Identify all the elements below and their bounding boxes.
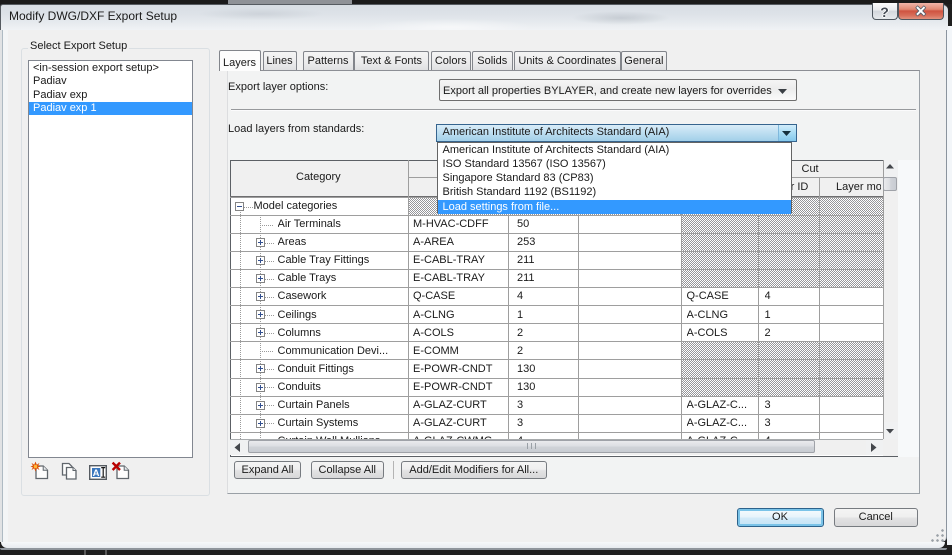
svg-text:A: A — [93, 468, 100, 479]
